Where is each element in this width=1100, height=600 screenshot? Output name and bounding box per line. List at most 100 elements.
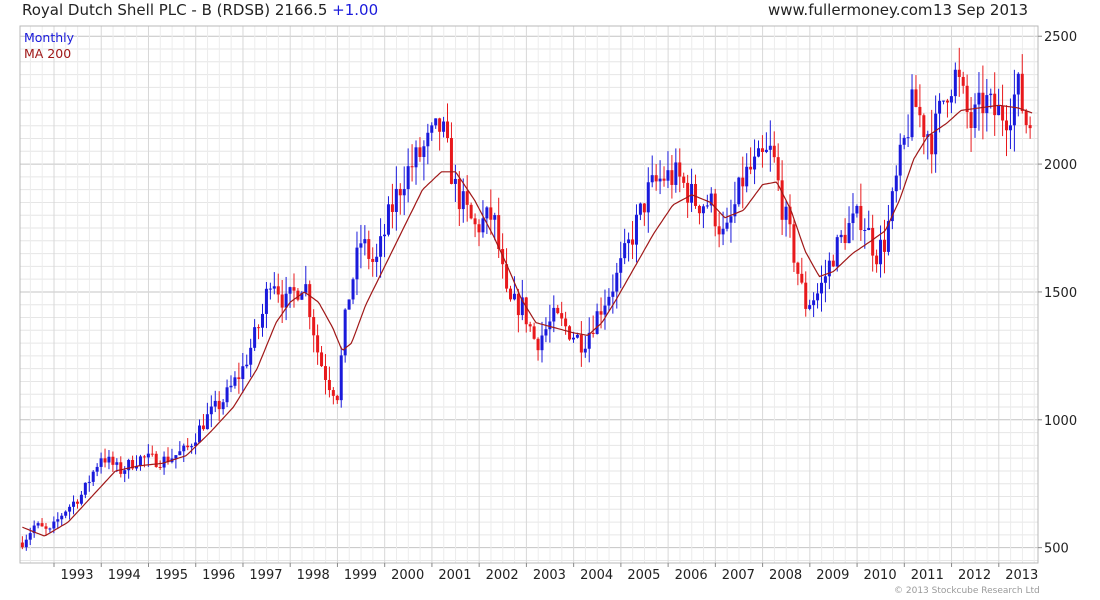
x-tick-label: 2007 — [722, 568, 755, 583]
candle-body — [985, 95, 989, 114]
candle-body — [268, 288, 272, 290]
candle-body — [1005, 120, 1009, 131]
candle-body — [875, 255, 879, 265]
candle-body — [178, 451, 182, 456]
x-tick-label: 2002 — [486, 568, 519, 583]
candle-body — [599, 311, 603, 315]
candle-body — [757, 148, 761, 157]
candle-body — [658, 178, 662, 182]
candle-body — [327, 379, 331, 391]
candle-body — [544, 329, 548, 336]
y-tick-label: 1000 — [1044, 414, 1077, 429]
candle-body — [843, 234, 847, 244]
candle-body — [323, 366, 327, 380]
candle-body — [1016, 73, 1020, 95]
candle-body — [953, 69, 957, 97]
candle-body — [461, 191, 465, 210]
candle-body — [339, 355, 343, 401]
candle-body — [79, 494, 83, 504]
candle-body — [477, 224, 481, 233]
candle-body — [631, 239, 635, 245]
candle-body — [682, 176, 686, 183]
candle-body — [729, 216, 733, 223]
x-tick-label: 2009 — [816, 568, 849, 583]
x-axis: 1993 1994 1995 1996 1997 1998 1999 2000 2001 2002… — [53, 563, 1038, 583]
grid-lines — [20, 26, 1038, 563]
x-tick-label: 1996 — [202, 568, 235, 583]
candle-body — [772, 145, 776, 158]
candle-body — [835, 237, 839, 267]
candle-body — [662, 178, 666, 181]
candle-body — [556, 307, 560, 314]
candle-body — [493, 215, 497, 220]
candle-body — [768, 145, 772, 150]
candle-body — [485, 207, 489, 219]
candle-body — [154, 453, 158, 467]
y-tick-label: 2500 — [1044, 30, 1077, 45]
candle-body — [1001, 105, 1005, 121]
candle-body — [548, 321, 552, 330]
candle-body — [847, 223, 851, 244]
candle-body — [823, 276, 827, 283]
x-tick-label: 2013 — [1005, 568, 1038, 583]
candle-body — [914, 89, 918, 107]
candle-body — [253, 327, 257, 348]
candle-body — [993, 93, 997, 116]
candle-body — [182, 445, 186, 452]
candle-body — [442, 121, 446, 132]
candle-body — [75, 501, 79, 504]
x-tick-label: 2010 — [864, 568, 897, 583]
candle-body — [87, 481, 91, 483]
candle-body — [623, 243, 627, 259]
candle-body — [674, 162, 678, 185]
candle-body — [512, 293, 516, 300]
x-tick-label: 1997 — [249, 568, 282, 583]
candle-body — [882, 239, 886, 252]
candle-body — [611, 291, 615, 297]
candle-body — [568, 326, 572, 340]
candle-body — [615, 272, 619, 292]
plot-frame — [19, 25, 1039, 564]
candle-body — [123, 470, 127, 474]
candle-body — [666, 170, 670, 181]
candle-body — [819, 282, 823, 294]
candle-body — [418, 147, 422, 157]
candle-body — [371, 258, 375, 262]
candle-body — [68, 506, 72, 512]
candle-body — [426, 132, 430, 147]
candle-body — [260, 313, 264, 328]
x-tick-label: 1995 — [155, 568, 188, 583]
candle-body — [312, 317, 316, 336]
candle-body — [99, 458, 103, 467]
candle-body — [257, 327, 261, 329]
candle-body — [859, 205, 863, 231]
candle-body — [394, 188, 398, 212]
candle-body — [808, 305, 812, 309]
candle-body — [918, 106, 922, 116]
candle-body — [241, 366, 245, 380]
candle-body — [91, 471, 95, 482]
candle-body — [398, 188, 402, 196]
copyright: © 2013 Stockcube Research Ltd — [894, 586, 1040, 596]
candle-body — [701, 206, 705, 214]
candle-body — [351, 279, 355, 300]
candle-body — [107, 456, 111, 463]
candle-body — [528, 324, 532, 327]
candle-body — [119, 462, 123, 474]
candle-body — [72, 501, 76, 507]
candle-body — [764, 149, 768, 152]
candle-body — [839, 234, 843, 238]
candle-body — [686, 182, 690, 203]
candle-body — [1028, 125, 1032, 129]
candle-body — [375, 256, 379, 262]
candle-body — [560, 313, 564, 319]
candle-body — [575, 334, 579, 338]
candle-body — [60, 515, 64, 520]
candle-body — [28, 533, 32, 540]
candle-body — [453, 178, 457, 184]
candle-body — [595, 311, 599, 335]
candle-body — [347, 299, 351, 310]
candle-body — [516, 293, 520, 316]
candle-body — [697, 205, 701, 214]
candle-body — [812, 300, 816, 306]
